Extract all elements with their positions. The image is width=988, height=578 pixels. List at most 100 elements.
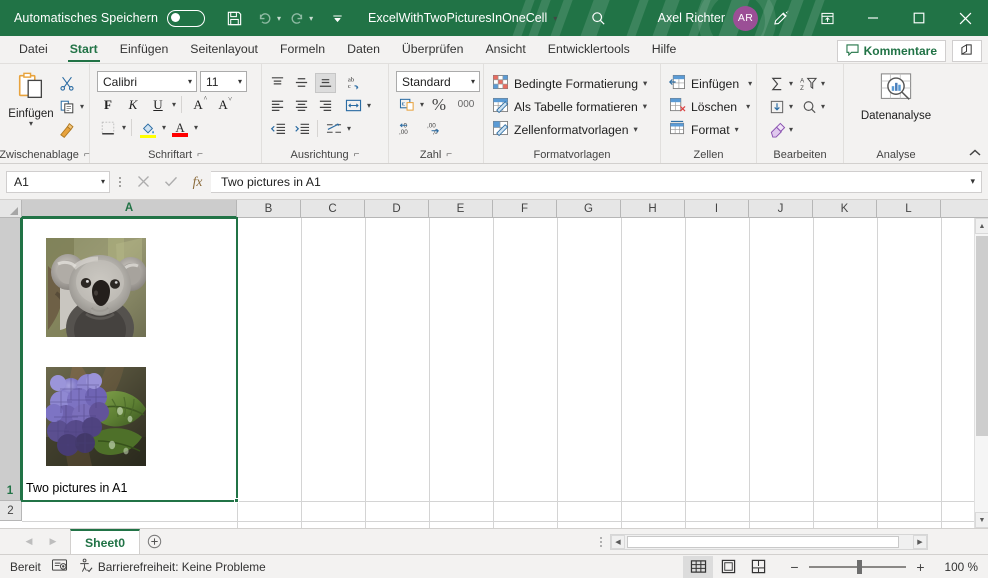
qat-customize-icon[interactable]	[322, 3, 352, 33]
horizontal-scroll-thumb[interactable]	[627, 535, 899, 548]
align-center-icon[interactable]	[291, 96, 312, 116]
underline-button[interactable]: U	[147, 94, 169, 115]
column-header-l[interactable]: L	[877, 200, 941, 218]
maximize-icon[interactable]	[896, 0, 942, 36]
align-top-icon[interactable]	[267, 73, 288, 93]
column-header-b[interactable]: B	[237, 200, 301, 218]
zoom-in-button[interactable]: +	[913, 559, 928, 575]
font-name-combo[interactable]: Calibri ▾	[97, 71, 197, 92]
column-header-j[interactable]: J	[749, 200, 813, 218]
name-box[interactable]: A1 ▾	[6, 170, 110, 193]
tab-daten[interactable]: Daten	[336, 36, 391, 63]
vertical-scroll-thumb[interactable]	[976, 236, 988, 436]
sort-filter-chevron-icon[interactable]: ▾	[821, 79, 825, 88]
autosum-sigma-icon[interactable]	[767, 74, 787, 94]
autosum-chevron-icon[interactable]: ▾	[789, 79, 793, 88]
cells-area[interactable]: Two pictures in A1	[21, 217, 988, 528]
record-macro-icon[interactable]	[51, 558, 68, 575]
fill-color-icon[interactable]	[137, 117, 159, 138]
sheet-bar-splitter[interactable]	[600, 536, 602, 547]
align-right-icon[interactable]	[315, 96, 336, 116]
grow-font-button[interactable]: A ^	[187, 94, 209, 115]
fill-down-icon[interactable]	[767, 97, 787, 117]
text-orientation-icon[interactable]: ab c	[344, 73, 365, 93]
horizontal-scrollbar[interactable]: ◀ ▶	[610, 533, 928, 550]
next-sheet-arrow-icon[interactable]: ▶	[42, 532, 64, 552]
decrease-decimal-icon[interactable]: 0,00	[399, 118, 419, 138]
cell-styles-button[interactable]: Zellenformatvorlagen ▾	[489, 118, 638, 141]
scroll-left-arrow-icon[interactable]: ◀	[611, 534, 625, 549]
column-header-m[interactable]	[941, 200, 988, 218]
zoom-out-button[interactable]: −	[787, 559, 802, 575]
normal-view-icon[interactable]	[683, 555, 713, 578]
thousands-separator-button[interactable]: 000	[454, 95, 478, 115]
clear-eraser-icon[interactable]	[767, 120, 787, 140]
increase-indent-icon[interactable]	[291, 119, 312, 139]
ink-pen-icon[interactable]	[758, 0, 804, 36]
find-select-chevron-icon[interactable]: ▾	[821, 102, 825, 111]
tab-datei[interactable]: Datei	[8, 36, 59, 63]
font-dialog-launcher-icon[interactable]: ⌐	[197, 149, 203, 160]
font-color-icon[interactable]: A	[169, 117, 191, 138]
zoom-thumb[interactable]	[857, 559, 862, 574]
select-all-corner-icon[interactable]	[0, 200, 22, 218]
shrink-font-button[interactable]: A ˅	[212, 94, 234, 115]
tab-ueberpruefen[interactable]: Überprüfen	[391, 36, 475, 63]
expand-formula-bar-chevron-icon[interactable]: ▾	[970, 176, 975, 187]
fill-handle[interactable]	[234, 498, 239, 503]
column-header-g[interactable]: G	[557, 200, 621, 218]
underline-chevron-icon[interactable]: ▾	[172, 100, 176, 109]
fill-color-chevron-icon[interactable]: ▾	[162, 123, 166, 132]
number-format-combo[interactable]: Standard ▾	[396, 71, 480, 92]
data-analysis-button[interactable]: Datenanalyse	[850, 67, 942, 122]
format-cells-button[interactable]: Format ▾	[666, 118, 739, 141]
column-header-h[interactable]: H	[621, 200, 685, 218]
merge-and-center-icon[interactable]	[323, 119, 344, 139]
conditional-formatting-button[interactable]: Bedingte Formatierung ▾	[489, 72, 647, 95]
confirm-check-icon[interactable]	[157, 171, 184, 193]
document-title-chevron-icon[interactable]: ▾	[553, 14, 557, 23]
column-header-a[interactable]: A	[22, 200, 237, 218]
delete-cells-chevron-icon[interactable]: ▾	[746, 102, 750, 111]
column-header-f[interactable]: F	[493, 200, 557, 218]
format-cells-chevron-icon[interactable]: ▾	[735, 125, 739, 134]
sheet-tab-sheet0[interactable]: Sheet0	[70, 529, 140, 554]
row-header-1[interactable]: 1	[0, 218, 22, 501]
insert-cells-button[interactable]: Einfügen ▾	[666, 72, 752, 95]
percent-style-button[interactable]: %	[427, 95, 451, 115]
number-dialog-launcher-icon[interactable]: ⌐	[446, 149, 452, 160]
comments-button[interactable]: Kommentare	[836, 40, 946, 62]
font-size-chevron-icon[interactable]: ▾	[238, 77, 242, 86]
document-title[interactable]: ExcelWithTwoPicturesInOneCell ▾	[368, 0, 557, 36]
cell-styles-chevron-icon[interactable]: ▾	[633, 124, 637, 135]
undo-dropdown-chevron-icon[interactable]: ▾	[277, 14, 281, 23]
scroll-down-arrow-icon[interactable]: ▼	[975, 512, 988, 528]
increase-decimal-icon[interactable]: ,00,0	[427, 118, 447, 138]
tab-formeln[interactable]: Formeln	[269, 36, 336, 63]
scroll-right-arrow-icon[interactable]: ▶	[913, 534, 927, 549]
tab-entwicklertools[interactable]: Entwicklertools	[537, 36, 641, 63]
page-break-preview-icon[interactable]	[743, 556, 773, 578]
find-select-magnifier-icon[interactable]	[799, 97, 819, 117]
borders-chevron-icon[interactable]: ▾	[122, 123, 126, 132]
accounting-format-icon[interactable]: €	[397, 95, 417, 115]
align-bottom-icon[interactable]	[315, 72, 336, 93]
font-size-combo[interactable]: 11 ▾	[200, 71, 247, 92]
add-sheet-plus-icon[interactable]	[140, 529, 170, 554]
copy-icon[interactable]	[57, 97, 77, 117]
number-format-chevron-icon[interactable]: ▾	[471, 77, 475, 86]
sort-filter-icon[interactable]: AZ	[799, 74, 819, 94]
collapse-ribbon-button[interactable]	[968, 148, 982, 161]
font-name-chevron-icon[interactable]: ▾	[188, 77, 192, 86]
search-button[interactable]	[590, 0, 607, 36]
insert-function-fx-icon[interactable]: fx	[184, 171, 211, 193]
align-middle-icon[interactable]	[291, 73, 312, 93]
save-icon[interactable]	[219, 3, 249, 33]
zoom-slider[interactable]: − +	[787, 559, 928, 575]
delete-cells-button[interactable]: Löschen ▾	[666, 95, 750, 118]
accounting-chevron-icon[interactable]: ▾	[420, 100, 424, 109]
column-header-k[interactable]: K	[813, 200, 877, 218]
autosave-toggle[interactable]	[167, 9, 206, 27]
paste-dropdown-chevron-icon[interactable]: ▾	[29, 119, 33, 128]
tab-einfuegen[interactable]: Einfügen	[109, 36, 180, 63]
